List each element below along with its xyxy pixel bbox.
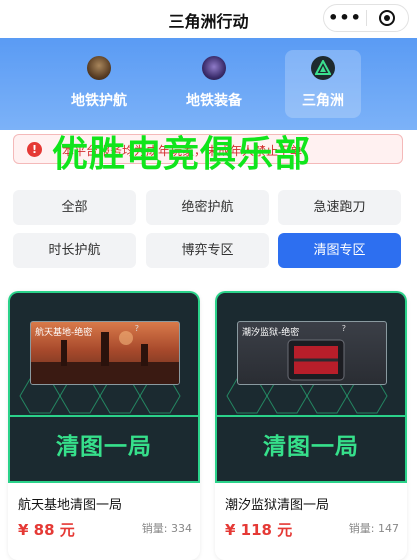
product-card[interactable]: 潮汐监狱-绝密 ? 清图一局 潮汐监狱清图一局 ¥ 118 元 销量: 147 bbox=[215, 291, 407, 560]
category-label: 地铁护航 bbox=[71, 93, 127, 109]
more-menu-icon[interactable]: ••• bbox=[324, 5, 366, 31]
filter-top-secret-escort[interactable]: 绝密护航 bbox=[146, 190, 269, 225]
filter-all[interactable]: 全部 bbox=[13, 190, 136, 225]
category-metro-gear[interactable]: 地铁装备 bbox=[176, 50, 252, 118]
category-bar: 地铁护航 地铁装备 三角洲 bbox=[0, 38, 417, 130]
product-price: ¥ 88 元 bbox=[18, 521, 75, 539]
product-thumbnail: 航天基地-绝密 ? 清图一局 bbox=[8, 291, 200, 483]
filter-timed-escort[interactable]: 时长护航 bbox=[13, 233, 136, 268]
app-header: 三角洲行动 ••• bbox=[0, 0, 417, 38]
close-button[interactable] bbox=[367, 10, 408, 26]
filter-gamble-zone[interactable]: 博弈专区 bbox=[146, 233, 269, 268]
product-banner-text: 清图一局 bbox=[56, 434, 152, 460]
category-label: 地铁装备 bbox=[186, 93, 242, 109]
map-preview-title: 航天基地-绝密 bbox=[35, 328, 93, 338]
product-name: 潮汐监狱清图一局 bbox=[225, 498, 330, 513]
filter-clear-map-zone[interactable]: 清图专区 bbox=[278, 233, 401, 268]
category-label: 三角洲 bbox=[302, 93, 344, 109]
product-sales: 销量: 147 bbox=[348, 522, 399, 535]
help-icon: ? bbox=[134, 324, 139, 333]
banner-divider bbox=[217, 415, 405, 417]
help-icon: ? bbox=[341, 324, 346, 333]
mini-program-capsule: ••• bbox=[323, 4, 409, 32]
category-delta[interactable]: 三角洲 bbox=[285, 50, 361, 118]
mask-avatar-icon bbox=[202, 56, 226, 80]
product-name: 航天基地清图一局 bbox=[18, 498, 123, 513]
soldier-avatar-icon bbox=[87, 56, 111, 80]
banner-divider bbox=[10, 415, 198, 417]
delta-logo-icon bbox=[311, 56, 335, 80]
close-target-icon bbox=[379, 10, 396, 26]
filter-speed-run[interactable]: 急速跑刀 bbox=[278, 190, 401, 225]
product-card[interactable]: 航天基地-绝密 ? 清图一局 航天基地清图一局 ¥ 88 元 销量: 334 bbox=[8, 291, 200, 560]
warning-icon: ! bbox=[27, 142, 42, 157]
category-metro-escort[interactable]: 地铁护航 bbox=[61, 50, 137, 118]
map-preview-title: 潮汐监狱-绝密 bbox=[242, 328, 300, 338]
map-preview-image: 潮汐监狱-绝密 ? bbox=[237, 321, 387, 385]
watermark-overlay-text: 优胜电竞俱乐部 bbox=[52, 134, 312, 175]
product-banner-text: 清图一局 bbox=[263, 434, 359, 460]
product-sales: 销量: 334 bbox=[141, 522, 192, 535]
product-price: ¥ 118 元 bbox=[225, 521, 293, 539]
product-thumbnail: 潮汐监狱-绝密 ? 清图一局 bbox=[215, 291, 407, 483]
map-preview-image: 航天基地-绝密 ? bbox=[30, 321, 180, 385]
